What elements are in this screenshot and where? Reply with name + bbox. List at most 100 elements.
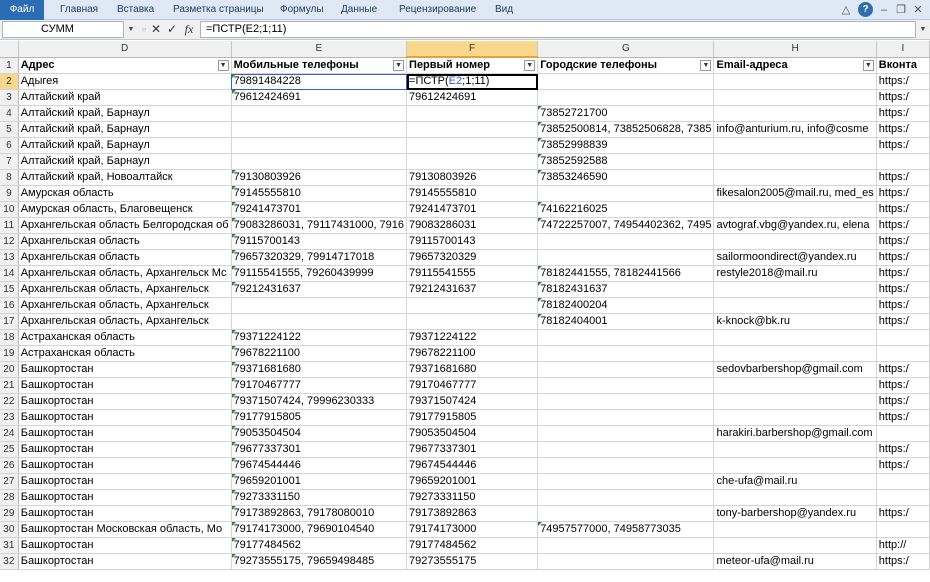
cell-vk[interactable]: https:/ [876,409,930,426]
row-header[interactable]: 22 [0,393,19,410]
cell-mobile[interactable]: 79177484562 [231,537,408,554]
row-header[interactable]: 31 [0,537,19,554]
minimize-icon[interactable]: – [876,2,892,18]
cell-mobile[interactable]: 79130803926 [231,169,408,186]
cell-mobile[interactable] [231,105,408,122]
cell-first-number[interactable]: 79130803926 [406,169,539,186]
cell-vk[interactable]: https:/ [876,361,930,378]
cell-email[interactable]: sedovbarbershop@gmail.com [713,361,877,378]
cell-vk[interactable]: https:/ [876,201,930,218]
cell-address[interactable]: Алтайский край, Новоалтайск [18,169,232,186]
cell-mobile[interactable] [231,297,408,314]
filter-dropdown-icon[interactable]: ▼ [700,59,712,71]
cell-address[interactable]: Башкортостан Московская область, Мо [18,521,232,538]
row-header[interactable]: 11 [0,217,19,234]
cell-first-number[interactable]: 79053504504 [406,425,539,442]
filter-dropdown-icon[interactable]: ▼ [393,59,405,71]
row-header[interactable]: 25 [0,441,19,458]
row-header[interactable]: 30 [0,521,19,538]
cell-city-phones[interactable]: 74162216025 [537,201,715,218]
cell-vk[interactable]: http:// [876,537,930,554]
cell-address[interactable]: Алтайский край [18,89,232,106]
cell-city-phones[interactable] [537,249,715,266]
cell-city-phones[interactable]: 78182400204 [537,297,715,314]
row-header[interactable]: 21 [0,377,19,394]
cell-address[interactable]: Башкортостан [18,553,232,570]
row-header[interactable]: 14 [0,265,19,282]
tab-page-layout[interactable]: Разметка страницы [173,0,264,20]
filter-dropdown-icon[interactable]: ▼ [217,59,229,71]
cell-vk[interactable]: https:/ [876,441,930,458]
cell-email[interactable] [713,377,877,394]
cell-email[interactable] [713,521,877,538]
cell-email[interactable]: avtograf.vbg@yandex.ru, elena [713,217,877,234]
cell-city-phones[interactable] [537,409,715,426]
cell-vk[interactable]: https:/ [876,457,930,474]
cell-vk[interactable]: https:/ [876,89,930,106]
cell-first-number[interactable]: 79371681680 [406,361,539,378]
cell-mobile[interactable]: 79174173000, 79690104540 [231,521,408,538]
row-header[interactable]: 27 [0,473,19,490]
cell-vk[interactable]: https:/ [876,105,930,122]
cell-mobile[interactable]: 79659201001 [231,473,408,490]
cell-vk[interactable]: https:/ [876,73,930,90]
cell-mobile[interactable]: 79371507424, 79996230333 [231,393,408,410]
cell-mobile[interactable]: 79177915805 [231,409,408,426]
cell-vk[interactable]: https:/ [876,393,930,410]
cell-address[interactable]: Астраханская область [18,345,232,362]
close-icon[interactable]: ✕ [910,2,926,18]
cell-mobile[interactable]: 79371681680 [231,361,408,378]
cell-first-number[interactable]: 79273555175 [406,553,539,570]
cell-mobile[interactable] [231,153,408,170]
cell-mobile[interactable] [231,121,408,138]
cell-address[interactable]: Башкортостан [18,473,232,490]
cell-first-number[interactable]: 79083286031 [406,217,539,234]
cell-address[interactable]: Архангельская область [18,233,232,250]
cell-first-number[interactable]: 79677337301 [406,441,539,458]
cell-mobile[interactable]: 79173892863, 79178080010 [231,505,408,522]
cell-city-phones[interactable] [537,457,715,474]
row-header[interactable]: 1 [0,57,19,74]
cell-first-number[interactable]: 79273331150 [406,489,539,506]
row-header[interactable]: 26 [0,457,19,474]
cell-first-number[interactable]: 79177915805 [406,409,539,426]
row-header[interactable]: 12 [0,233,19,250]
filter-dropdown-icon[interactable]: ▼ [524,60,536,71]
cell-email[interactable] [713,233,877,250]
cell-email[interactable]: info@anturium.ru, info@cosme [713,121,877,138]
cell-first-number[interactable]: 79115541555 [406,265,539,282]
cell-address[interactable]: Башкортостан [18,393,232,410]
cell-city-phones[interactable] [537,505,715,522]
cell-first-number[interactable]: 79371224122 [406,329,539,346]
cell-mobile[interactable]: 79083286031, 79117431000, 7916 [231,217,408,234]
insert-function-icon[interactable]: fx [181,21,197,38]
select-all-corner[interactable] [0,41,19,58]
cell-mobile[interactable]: 79678221100 [231,345,408,362]
active-cell-editor[interactable]: =ПСТР(E2;1;11) [406,73,539,90]
column-header-g[interactable]: G [537,41,715,58]
cell-vk[interactable]: https:/ [876,217,930,234]
header-cell-address[interactable]: Адрес ▼ [18,57,232,74]
cell-address[interactable]: Башкортостан [18,537,232,554]
row-header[interactable]: 23 [0,409,19,426]
cell-email[interactable] [713,345,877,362]
row-header[interactable]: 5 [0,121,19,138]
cell-vk[interactable] [876,345,930,362]
cell-address[interactable]: Башкортостан [18,377,232,394]
cell-address[interactable]: Алтайский край, Барнаул [18,105,232,122]
cell-email[interactable] [713,73,877,90]
cell-address[interactable]: Архангельская область Белгородская об [18,217,232,234]
cell-email[interactable] [713,169,877,186]
cell-mobile[interactable]: 79677337301 [231,441,408,458]
cell-email[interactable] [713,105,877,122]
row-header[interactable]: 32 [0,553,19,570]
cell-city-phones[interactable]: 73852592588 [537,153,715,170]
row-header[interactable]: 15 [0,281,19,298]
cell-first-number[interactable]: 79659201001 [406,473,539,490]
header-cell-vk[interactable]: Вконта [876,57,930,74]
column-header-e[interactable]: E [231,41,408,58]
cell-mobile[interactable]: 79145555810 [231,185,408,202]
cell-city-phones[interactable]: 73852500814, 73852506828, 7385 [537,121,715,138]
cell-vk[interactable] [876,521,930,538]
cell-city-phones[interactable] [537,473,715,490]
